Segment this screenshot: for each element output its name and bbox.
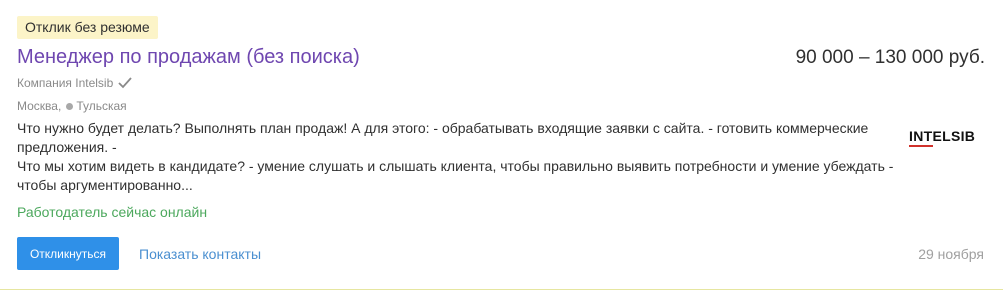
vacancy-description: Что нужно будет делать? Выполнять план п… bbox=[17, 119, 897, 195]
metro-station: Тульская bbox=[76, 99, 127, 113]
city: Москва, bbox=[17, 99, 62, 113]
show-contacts-link[interactable]: Показать контакты bbox=[139, 246, 261, 262]
vacancy-title-link[interactable]: Менеджер по продажам (без поиска) bbox=[17, 46, 360, 69]
location-row: Москва, Тульская bbox=[17, 99, 127, 113]
logo-underline bbox=[909, 145, 933, 147]
vacancy-card: Отклик без резюме Менеджер по продажам (… bbox=[0, 0, 1003, 291]
logo-text: INTELSIB bbox=[909, 128, 976, 144]
company-logo[interactable]: INTELSIB bbox=[909, 128, 975, 150]
verified-check-icon bbox=[118, 77, 132, 89]
no-resume-badge: Отклик без резюме bbox=[17, 16, 158, 39]
publish-date: 29 ноября bbox=[918, 246, 984, 262]
salary: 90 000 – 130 000 руб. bbox=[795, 47, 985, 68]
metro-icon bbox=[66, 102, 74, 110]
card-divider bbox=[0, 289, 1003, 290]
company-row: Компания Intelsib bbox=[17, 76, 132, 90]
company-name-link[interactable]: Компания Intelsib bbox=[17, 76, 113, 90]
description-responsibilities: Что нужно будет делать? Выполнять план п… bbox=[17, 120, 869, 155]
respond-button[interactable]: Откликнуться bbox=[17, 237, 119, 270]
employer-online-status: Работодатель сейчас онлайн bbox=[17, 204, 208, 220]
description-requirements: Что мы хотим видеть в кандидате? - умени… bbox=[17, 158, 894, 193]
